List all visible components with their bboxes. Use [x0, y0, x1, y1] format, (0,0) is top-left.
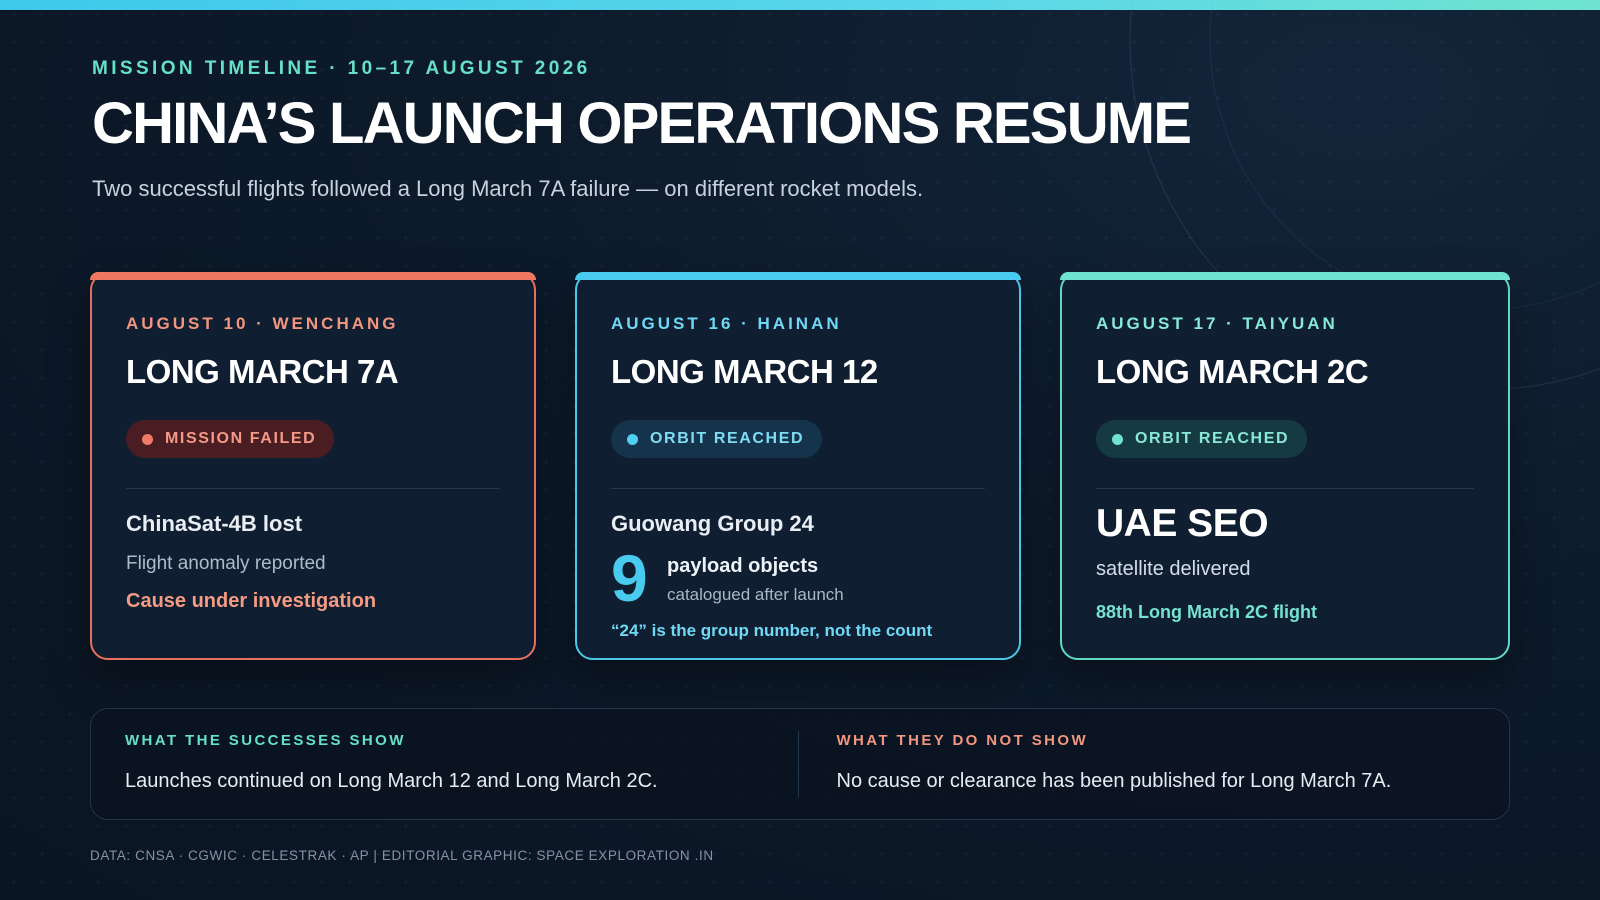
- status-dot-icon: [627, 433, 638, 445]
- launch-date-site: AUGUST 17 · TAIYUAN: [1096, 314, 1338, 333]
- payload-count-label: payload objects: [667, 555, 819, 577]
- status-label: MISSION FAILED: [165, 430, 317, 447]
- status-dot-icon: [142, 433, 153, 445]
- finding-text: Launches continued on Long March 12 and …: [125, 770, 658, 792]
- finding-do-not-show: WHAT THEY DO NOT SHOW No cause or cleara…: [797, 731, 1510, 797]
- payload-count: 9: [611, 541, 648, 615]
- rocket-name: LONG MARCH 12: [611, 353, 878, 390]
- finding-text: No cause or clearance has been published…: [836, 770, 1392, 792]
- payload-count-row: 9 payload objects catalogued after launc…: [611, 541, 985, 615]
- status-badge: ORBIT REACHED: [1096, 420, 1308, 458]
- launch-date-site: AUGUST 10 · WENCHANG: [126, 314, 399, 333]
- card-accent-cap: [575, 272, 1021, 280]
- launch-card-long-march-12: AUGUST 16 · HAINAN LONG MARCH 12 ORBIT R…: [575, 272, 1021, 660]
- payload-name: UAE SEO: [1096, 502, 1269, 545]
- launch-card-long-march-7a: AUGUST 10 · WENCHANG LONG MARCH 7A MISSI…: [90, 272, 536, 660]
- card-accent-cap: [1060, 272, 1510, 280]
- top-accent-bar: [0, 0, 1600, 10]
- launch-card-long-march-2c: AUGUST 17 · TAIYUAN LONG MARCH 2C ORBIT …: [1060, 272, 1510, 660]
- rocket-name: LONG MARCH 7A: [126, 353, 399, 390]
- status-badge: ORBIT REACHED: [611, 420, 823, 458]
- launch-date-site: AUGUST 16 · HAINAN: [611, 314, 842, 333]
- status-label: ORBIT REACHED: [1135, 430, 1290, 447]
- payload-name: Guowang Group 24: [611, 511, 814, 536]
- source-credit: DATA: CNSA · CGWIC · CELESTRAK · AP | ED…: [90, 848, 714, 863]
- findings-panel: WHAT THE SUCCESSES SHOW Launches continu…: [90, 708, 1510, 820]
- card-accent-cap: [90, 272, 536, 280]
- rocket-name: LONG MARCH 2C: [1096, 353, 1369, 390]
- finding-successes-show: WHAT THE SUCCESSES SHOW Launches continu…: [91, 709, 798, 819]
- page-subtitle: Two successful flights followed a Long M…: [92, 176, 924, 201]
- card-divider: [126, 488, 500, 489]
- finding-label: WHAT THEY DO NOT SHOW: [836, 732, 1089, 749]
- investigation-note: Cause under investigation: [126, 590, 377, 612]
- finding-label: WHAT THE SUCCESSES SHOW: [125, 732, 406, 749]
- payload-count-text: payload objects catalogued after launch: [667, 547, 844, 607]
- payload-count-sub: catalogued after launch: [667, 585, 844, 604]
- status-label: ORBIT REACHED: [650, 430, 805, 447]
- card-divider: [611, 488, 985, 489]
- payload-note: Flight anomaly reported: [126, 553, 326, 574]
- payload-name: ChinaSat-4B lost: [126, 511, 303, 536]
- payload-note: satellite delivered: [1096, 558, 1251, 580]
- page-title: CHINA’S LAUNCH OPERATIONS RESUME: [92, 91, 1192, 156]
- status-badge: MISSION FAILED: [126, 420, 335, 458]
- flight-count-note: 88th Long March 2C flight: [1096, 602, 1318, 622]
- card-divider: [1096, 488, 1474, 489]
- group-number-caveat: “24” is the group number, not the count: [611, 621, 933, 640]
- status-dot-icon: [1112, 433, 1123, 445]
- header: MISSION TIMELINE · 10–17 AUGUST 2026 CHI…: [92, 56, 1392, 204]
- eyebrow-label: MISSION TIMELINE · 10–17 AUGUST 2026: [92, 58, 591, 79]
